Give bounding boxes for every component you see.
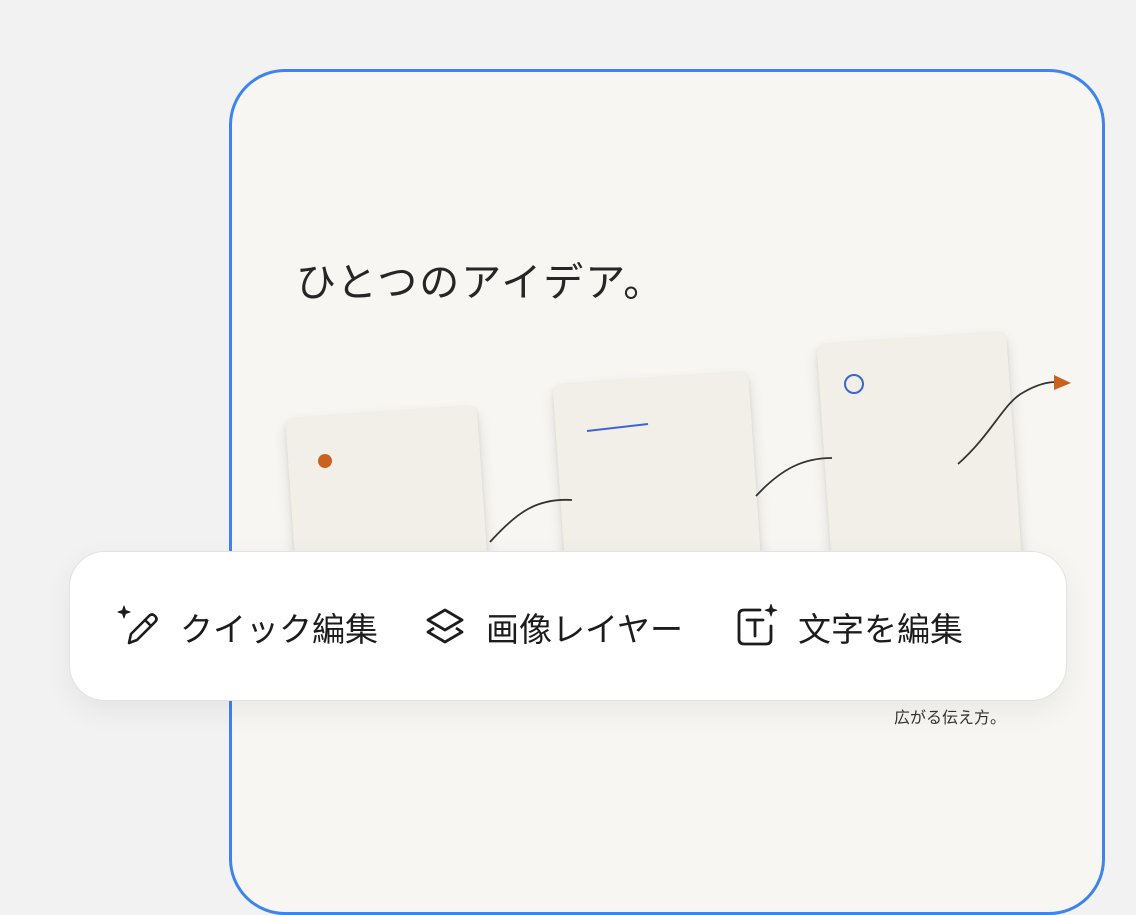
- edit-text-button[interactable]: 文字を編集: [734, 602, 963, 652]
- arrowhead-icon: [1054, 375, 1071, 390]
- image-layers-button[interactable]: 画像レイヤー: [422, 602, 683, 652]
- sparkle-pencil-icon: [116, 604, 162, 650]
- feature-toolbar: クイック編集 画像レイヤー 文字を編集: [69, 551, 1067, 701]
- layers-icon: [422, 604, 468, 650]
- text-sparkle-icon: [734, 604, 780, 650]
- caption-text: 広がる伝え方。: [894, 708, 1007, 727]
- quick-edit-button[interactable]: クイック編集: [116, 602, 378, 652]
- connector-lines: [489, 375, 1071, 543]
- connector-curve-1: [489, 498, 573, 543]
- blue-line: [586, 423, 649, 432]
- connector-curve-2: [755, 457, 833, 497]
- image-layers-label: 画像レイヤー: [486, 610, 684, 649]
- connector-curve-3: [957, 381, 1057, 465]
- edit-text-label: 文字を編集: [798, 610, 963, 649]
- preview-card: ひとつのアイデア。 広がる伝え方。: [229, 69, 1105, 915]
- quick-edit-label: クイック編集: [180, 610, 378, 649]
